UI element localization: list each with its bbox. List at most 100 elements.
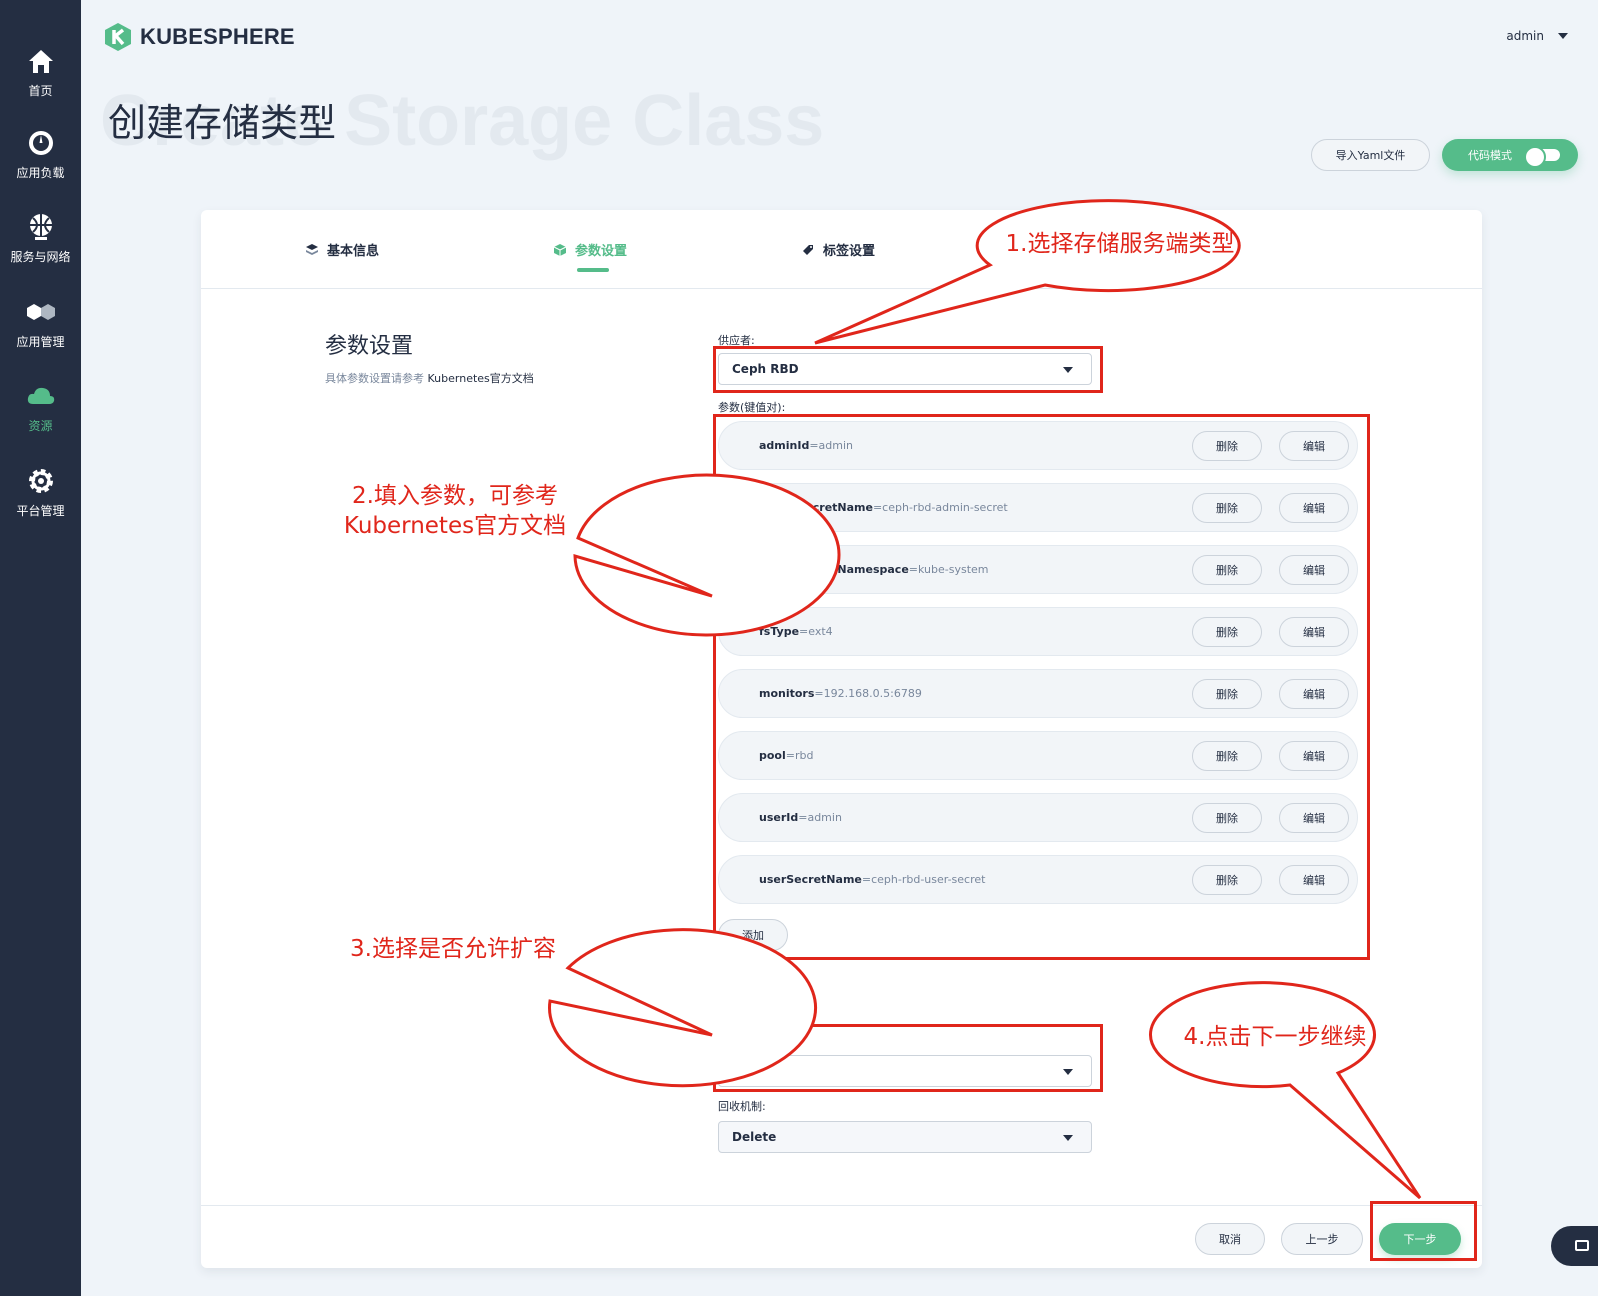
delete-param-button[interactable]: 删除 <box>1192 865 1262 895</box>
tab-label: 参数设置 <box>575 244 628 259</box>
param-value: =192.168.0.5:6789 <box>814 687 922 700</box>
param-row: adminSecretNamespace=kube-system 删除 编辑 <box>718 545 1358 594</box>
k8s-docs-link[interactable]: Kubernetes官方文档 <box>428 372 534 385</box>
edit-param-button[interactable]: 编辑 <box>1279 493 1349 523</box>
tab-basic-info[interactable]: 基本信息 <box>305 240 379 259</box>
chevron-down-icon <box>1063 1135 1073 1141</box>
provisioner-label: 供应者: <box>718 334 755 347</box>
param-key: adminSecretNamespace <box>759 563 909 576</box>
reclaim-policy-select[interactable]: Delete <box>718 1121 1092 1153</box>
user-menu[interactable]: admin <box>1506 29 1568 43</box>
sidebar-item-label: 首页 <box>28 84 53 98</box>
username: admin <box>1506 29 1544 43</box>
code-mode-toggle[interactable]: 代码模式 <box>1442 139 1578 171</box>
delete-param-button[interactable]: 删除 <box>1192 617 1262 647</box>
param-value: =ceph-rbd-admin-secret <box>872 501 1008 514</box>
delete-param-button[interactable]: 删除 <box>1192 679 1262 709</box>
param-value: =admin <box>798 811 842 824</box>
param-row: fsType=ext4 删除 编辑 <box>718 607 1358 656</box>
tag-icon <box>803 244 813 255</box>
reclaim-policy-label: 回收机制: <box>718 1100 766 1113</box>
edit-param-button[interactable]: 编辑 <box>1279 679 1349 709</box>
param-value: =ext4 <box>799 625 833 638</box>
sidebar-item-workloads[interactable]: 应用负载 <box>0 128 81 198</box>
sidebar-item-apps[interactable]: 应用管理 <box>0 297 81 367</box>
gear-icon <box>26 466 56 496</box>
sidebar-item-label: 平台管理 <box>16 504 65 518</box>
edit-param-button[interactable]: 编辑 <box>1279 803 1349 833</box>
delete-param-button[interactable]: 删除 <box>1192 431 1262 461</box>
sidebar-item-label: 应用管理 <box>16 335 65 349</box>
annotation-step-3: 3.选择是否允许扩容 <box>350 936 556 962</box>
edit-param-button[interactable]: 编辑 <box>1279 431 1349 461</box>
mount-options-label: 挂载选项: <box>718 966 766 979</box>
param-row: pool=rbd 删除 编辑 <box>718 731 1358 780</box>
add-mount-option-button[interactable]: 添加 <box>718 985 788 1017</box>
tab-label: 基本信息 <box>327 244 380 259</box>
layers-icon <box>306 243 318 255</box>
dashboard-icon <box>26 128 56 158</box>
next-step-button[interactable]: 下一步 <box>1379 1223 1461 1255</box>
edit-param-button[interactable]: 编辑 <box>1279 555 1349 585</box>
param-row: userSecretName=ceph-rbd-user-secret 删除 编辑 <box>718 855 1358 904</box>
delete-param-button[interactable]: 删除 <box>1192 555 1262 585</box>
annotation-step-2-line-1: 2.填入参数，可参考 <box>352 483 558 509</box>
kubesphere-logo[interactable]: KUBESPHERE <box>104 22 295 52</box>
edit-param-button[interactable]: 编辑 <box>1279 741 1349 771</box>
tab-label: 标签设置 <box>823 244 876 259</box>
previous-step-button[interactable]: 上一步 <box>1281 1223 1363 1255</box>
param-text: userSecretName=ceph-rbd-user-secret <box>759 873 985 886</box>
sidebar: 首页 应用负载 服务与网络 应用管理 资源 平台管理 <box>0 0 81 1296</box>
param-value: =admin <box>809 439 854 452</box>
chat-widget-button[interactable] <box>1551 1226 1598 1266</box>
param-key: monitors <box>759 687 815 700</box>
chevron-down-icon <box>1063 1069 1073 1075</box>
param-key: pool <box>759 749 786 762</box>
tab-labels[interactable]: 标签设置 <box>801 240 875 259</box>
toggle-switch[interactable] <box>1524 146 1560 168</box>
param-row: adminSecretName=ceph-rbd-admin-secret 删除编… <box>718 483 1358 532</box>
chat-icon <box>1575 1240 1589 1251</box>
code-mode-label: 代码模式 <box>1468 149 1512 162</box>
step-tabs: 基本信息 参数设置 标签设置 <box>201 210 1482 289</box>
sidebar-item-platform[interactable]: 平台管理 <box>0 466 81 536</box>
annotation-step-4: 4.点击下一步继续 <box>1183 1024 1367 1050</box>
page-title: 创建存储类型 <box>108 101 337 145</box>
add-param-button[interactable]: 添加 <box>718 919 788 951</box>
delete-param-button[interactable]: 删除 <box>1192 741 1262 771</box>
edit-param-button[interactable]: 编辑 <box>1279 617 1349 647</box>
logo-text: KUBESPHERE <box>140 24 295 49</box>
chevron-down-icon <box>1558 33 1568 39</box>
cancel-button[interactable]: 取消 <box>1195 1223 1265 1255</box>
param-value: =ceph-rbd-user-secret <box>861 873 986 886</box>
param-text: adminSecretNamespace=kube-system <box>759 563 989 576</box>
annotation-step-2-line-2: Kubernetes官方文档 <box>343 513 567 539</box>
sidebar-item-network[interactable]: 服务与网络 <box>0 212 81 282</box>
param-key: adminId <box>759 439 810 452</box>
sidebar-item-home[interactable]: 首页 <box>0 46 81 116</box>
params-label: 参数(键值对): <box>718 401 786 414</box>
sidebar-item-label: 服务与网络 <box>10 250 71 264</box>
section-subtitle: 具体参数设置请参考 Kubernetes官方文档 <box>325 370 534 386</box>
reclaim-policy-value: Delete <box>732 1130 777 1144</box>
param-row: adminId=admin 删除 编辑 <box>718 421 1358 470</box>
edit-param-button[interactable]: 编辑 <box>1279 865 1349 895</box>
param-key: userId <box>759 811 799 824</box>
sidebar-item-label: 应用负载 <box>16 166 65 180</box>
tab-params[interactable]: 参数设置 <box>553 240 627 259</box>
cloud-icon <box>26 381 56 411</box>
param-text: adminId=admin <box>759 439 853 452</box>
sidebar-item-resources[interactable]: 资源 <box>0 381 81 451</box>
volume-expansion-value: 是 <box>732 1064 745 1079</box>
volume-expansion-label: 允许存储卷扩容: <box>718 1034 799 1047</box>
provisioner-select[interactable]: Ceph RBD <box>718 353 1092 385</box>
param-text: userId=admin <box>759 811 842 824</box>
param-key: userSecretName <box>759 873 862 886</box>
param-key: adminSecretName <box>759 501 873 514</box>
import-yaml-button[interactable]: 导入Yaml文件 <box>1311 139 1430 171</box>
delete-param-button[interactable]: 删除 <box>1192 493 1262 523</box>
delete-param-button[interactable]: 删除 <box>1192 803 1262 833</box>
card-footer: 取消 上一步 下一步 <box>201 1205 1482 1268</box>
volume-expansion-select[interactable]: 是 <box>718 1055 1092 1087</box>
form-card: 基本信息 参数设置 标签设置 参数设置 具体参数设置请参考 Kubernetes… <box>201 210 1482 1268</box>
